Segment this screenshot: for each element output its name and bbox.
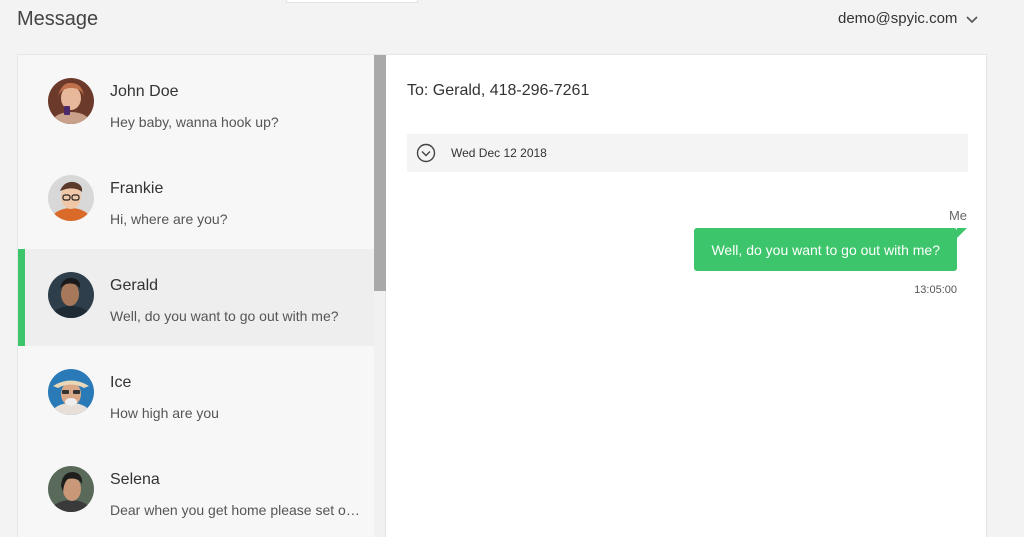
- contact-name: Ice: [110, 374, 132, 391]
- contact-list-scrollbar[interactable]: [374, 55, 386, 537]
- avatar: [48, 272, 94, 318]
- top-bar: Message demo@spyic.com: [0, 0, 1024, 40]
- contact-name: Selena: [110, 471, 160, 488]
- message-panel: John Doe Hey baby, wanna hook up? Franki…: [17, 54, 987, 537]
- top-tab: [286, 0, 418, 3]
- contact-item-john-doe[interactable]: John Doe Hey baby, wanna hook up?: [18, 55, 374, 152]
- chevron-circle-down-icon[interactable]: [416, 143, 436, 163]
- contact-name: Gerald: [110, 277, 159, 294]
- chevron-down-icon: [966, 16, 979, 24]
- avatar: [48, 369, 94, 415]
- account-menu[interactable]: demo@spyic.com: [838, 10, 979, 27]
- message-sender: Me: [948, 208, 967, 223]
- contact-item-ice[interactable]: Ice How high are you: [18, 346, 374, 443]
- message-bubble: Well, do you want to go out with me?: [694, 228, 957, 271]
- contact-preview: Hey baby, wanna hook up?: [110, 114, 279, 130]
- recipient-line: To: Gerald, 418-296-7261: [407, 82, 590, 99]
- message-time: 13:05:00: [914, 284, 957, 296]
- contact-preview: Dear when you get home please set out th…: [110, 502, 360, 518]
- date-group-header[interactable]: Wed Dec 12 2018: [407, 134, 968, 172]
- contact-item-gerald[interactable]: Gerald Well, do you want to go out with …: [18, 249, 374, 346]
- contact-list: John Doe Hey baby, wanna hook up? Franki…: [18, 55, 374, 537]
- avatar: [48, 78, 94, 124]
- page-title: Message: [17, 8, 99, 30]
- contact-name: Frankie: [110, 180, 164, 197]
- contact-preview: How high are you: [110, 405, 219, 421]
- account-email: demo@spyic.com: [838, 10, 958, 27]
- contact-item-frankie[interactable]: Frankie Hi, where are you?: [18, 152, 374, 249]
- contact-name: John Doe: [110, 83, 179, 100]
- contact-preview: Well, do you want to go out with me?: [110, 308, 339, 324]
- avatar: [48, 175, 94, 221]
- avatar: [48, 466, 94, 512]
- contact-preview: Hi, where are you?: [110, 211, 228, 227]
- bubble-tail: [957, 228, 967, 238]
- contact-item-selena[interactable]: Selena Dear when you get home please set…: [18, 443, 374, 537]
- scrollbar-thumb[interactable]: [374, 55, 386, 291]
- date-label: Wed Dec 12 2018: [451, 146, 547, 160]
- conversation-view: To: Gerald, 418-296-7261 Wed Dec 12 2018…: [386, 55, 986, 537]
